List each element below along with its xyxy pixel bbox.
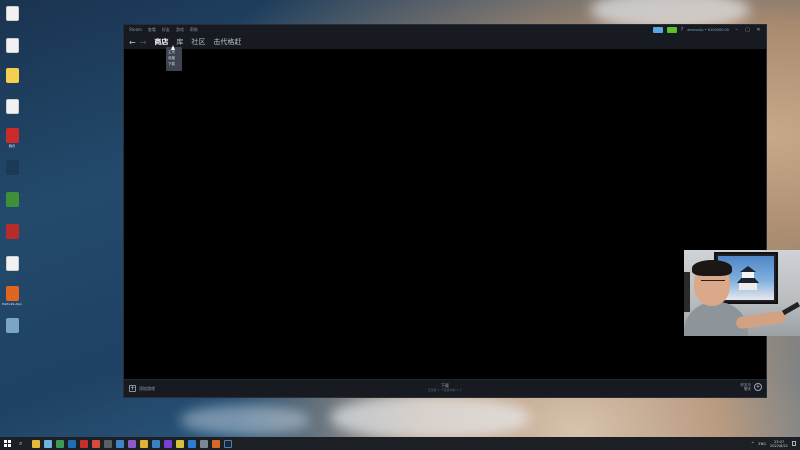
notification-center-icon[interactable] [792,441,796,446]
broadcast-icon[interactable] [652,27,663,33]
photo-icon[interactable] [2,318,22,342]
menu-item-steam[interactable]: Steam [129,27,142,33]
file-icon [5,38,19,53]
downloads-subtitle: 已完成 1 个项目中的 1 个 [427,388,463,392]
app-icon-dark[interactable] [2,160,22,184]
folder-icon [5,68,19,83]
webcam-overlay [684,250,800,336]
app-icon [5,128,19,143]
dropdown-item-downloads[interactable]: 下载 [166,61,182,67]
file-icon [5,6,19,21]
steam-content-area [124,49,766,381]
tab-store[interactable]: 商店 [154,37,168,47]
folder-yellow-icon[interactable] [2,68,22,92]
taskbar-app-blue[interactable] [116,439,125,448]
menu-item-help[interactable]: 帮助 [190,27,198,33]
steam-menu-bar: Steam 查看 好友 游戏 帮助 [129,27,198,33]
taskbar-clock[interactable]: 23:07 2022/8/21 [770,440,788,448]
menu-item-view[interactable]: 查看 [148,27,156,33]
forward-arrow-icon[interactable]: → [140,38,147,47]
file-icon-1[interactable] [2,6,22,30]
mouse-cursor-icon [171,45,175,50]
chair-image [684,272,690,312]
tab-library[interactable]: 库 [176,37,183,47]
person-arm-image [735,310,787,330]
taskbar-app-paint[interactable] [44,439,53,448]
close-icon[interactable]: ✕ [755,27,762,33]
taskbar-app-sticky[interactable] [176,439,185,448]
windows-start-icon[interactable] [4,440,11,447]
steam-titlebar: Steam 查看 好友 游戏 帮助 ? amuvulip • ¥100000.0… [124,25,766,35]
tab-profile[interactable]: 击代格赶 [213,37,241,47]
taskbar-app-netease[interactable] [80,439,89,448]
person-hair-image [692,260,732,276]
search-icon[interactable]: ⌕ [19,440,22,448]
taskbar-app-premiere[interactable] [164,439,173,448]
steam-footer: + 添加游戏 下载 已完成 1 个项目中的 1 个 好友与 聊天 + [124,379,766,397]
glasses-image [701,280,725,286]
desktop-icon-label: 腾讯 [8,144,15,148]
friends-add-icon: + [754,383,762,391]
red-app-icon[interactable]: 腾讯 [2,128,22,152]
downloads-status[interactable]: 下载 已完成 1 个项目中的 1 个 [124,383,766,392]
steam-window: Steam 查看 好友 游戏 帮助 ? amuvulip • ¥100000.0… [123,24,767,398]
menu-item-games[interactable]: 游戏 [176,27,184,33]
file-icon [5,224,19,239]
desktop-icon-label: Half-Life Alyx [2,302,22,306]
app-icon [5,160,19,175]
maximize-icon[interactable]: ▢ [744,27,751,33]
file-icon-3[interactable] [2,99,22,123]
friends-chat-label: 好友与 聊天 [740,383,752,391]
help-icon[interactable]: ? [681,27,684,33]
wave-foam-bottom [330,395,530,440]
taskbar-app-chrome[interactable] [188,439,197,448]
half-life-icon[interactable]: Half-Life Alyx [2,286,22,310]
back-arrow-icon[interactable]: ← [129,38,136,47]
taskbar-app-purple[interactable] [128,439,137,448]
castle-image [736,266,760,290]
app-icon-green[interactable] [2,192,22,216]
steam-navbar: ← → 商店 库 社区 击代格赶 [124,35,766,49]
taskbar-app-explorer[interactable] [32,439,41,448]
file-icon-2[interactable] [2,38,22,62]
library-dropdown-menu: 主页 收藏 下载 [166,47,182,71]
windows-taskbar: ⌕ ^ ENG 23:07 2022/8/21 [0,437,800,450]
taskbar-app-red[interactable] [92,439,101,448]
red-file-icon[interactable] [2,224,22,248]
notification-icon[interactable] [666,27,677,33]
tray-expand-icon[interactable]: ^ [751,441,754,446]
system-tray: ^ ENG 23:07 2022/8/21 [751,437,796,450]
menu-item-friends[interactable]: 好友 [162,27,170,33]
taskbar-app-orange[interactable] [212,439,221,448]
app-icon [5,192,19,207]
taskbar-app-photoshop[interactable] [152,439,161,448]
half-life-icon [5,286,19,301]
taskbar-app-wechat[interactable] [56,439,65,448]
titlebar-right-group: ? amuvulip • ¥100000.00 – ▢ ✕ [652,26,762,34]
taskbar-app-qq[interactable] [68,439,77,448]
document-icon[interactable] [2,256,22,280]
minimize-icon[interactable]: – [733,27,740,33]
document-icon [5,256,19,271]
input-method-indicator[interactable]: ENG [759,442,767,446]
photo-icon [5,318,19,333]
microphone-image [781,301,800,316]
taskbar-app-settings[interactable] [200,439,209,448]
tab-community[interactable]: 社区 [191,37,205,47]
taskbar-app-steam[interactable] [224,439,233,448]
file-icon [5,99,19,114]
friends-chat-button[interactable]: 好友与 聊天 + [740,383,762,391]
account-name[interactable]: amuvulip • ¥100000.00 [687,28,729,32]
taskbar-app-yellow[interactable] [140,439,149,448]
wave-foam-bottom-left [180,405,310,435]
taskbar-app-gray[interactable] [104,439,113,448]
taskbar-date: 2022/8/21 [770,443,788,448]
nav-tabs: 商店 库 社区 击代格赶 [154,37,241,47]
taskbar-apps [32,439,233,448]
